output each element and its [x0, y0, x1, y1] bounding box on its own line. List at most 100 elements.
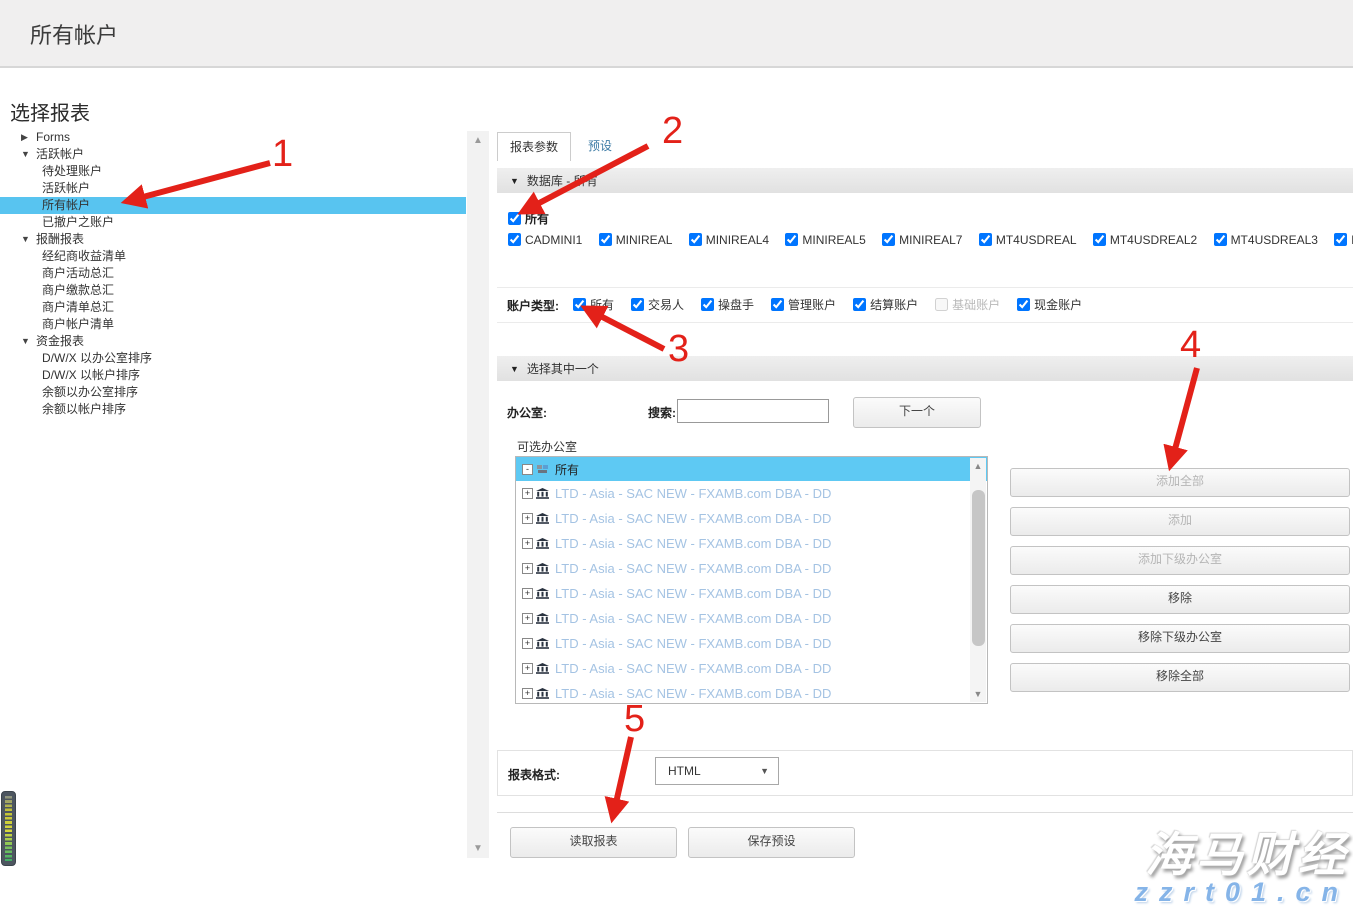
tree-item-dwx-by-office[interactable]: D/W/X 以办公室排序 [0, 350, 466, 367]
scroll-down-icon[interactable]: ▼ [467, 843, 489, 854]
tree-item-active-accounts[interactable]: 活跃帐户 [0, 180, 466, 197]
select-one-section-header[interactable]: ▼ 选择其中一个 [497, 356, 1353, 381]
step5-number: 5 [624, 698, 645, 740]
tree-item-balance-by-office[interactable]: 余额以办公室排序 [0, 384, 466, 401]
tab-report-params[interactable]: 报表参数 [497, 132, 571, 161]
expand-icon[interactable]: ▶ [21, 129, 36, 146]
office-row[interactable]: +LTD - Asia - SAC NEW - FXAMB.com DBA - … [516, 631, 987, 656]
account-type-settlement-checkbox[interactable] [853, 298, 866, 311]
tree-item-all-accounts-selected[interactable]: 所有帐户 [0, 197, 466, 214]
save-preset-button[interactable]: 保存预设 [688, 827, 855, 858]
db-checkbox[interactable] [1093, 233, 1106, 246]
add-all-button[interactable]: 添加全部 [1010, 468, 1350, 497]
add-button[interactable]: 添加 [1010, 507, 1350, 536]
bank-icon [536, 538, 549, 549]
db-checkbox[interactable] [1214, 233, 1227, 246]
page-scrollbar[interactable]: ▲ ▼ [467, 131, 489, 858]
expand-box-icon[interactable]: + [522, 663, 533, 674]
scroll-up-icon[interactable]: ▲ [970, 461, 986, 471]
remove-button[interactable]: 移除 [1010, 585, 1350, 614]
watermark-brand: 海马财经 [1134, 830, 1349, 879]
collapse-box-icon[interactable]: - [522, 464, 533, 475]
bank-icon [536, 563, 549, 574]
all-databases-checkbox[interactable] [508, 212, 521, 225]
bank-icon [536, 488, 549, 499]
page-title: 所有帐户 [0, 0, 1353, 50]
tree-item-dwx-by-account[interactable]: D/W/X 以帐户排序 [0, 367, 466, 384]
expand-box-icon[interactable]: + [522, 488, 533, 499]
account-type-trader-checkbox[interactable] [631, 298, 644, 311]
office-row[interactable]: +LTD - Asia - SAC NEW - FXAMB.com DBA - … [516, 581, 987, 606]
office-row[interactable]: +LTD - Asia - SAC NEW - FXAMB.com DBA - … [516, 481, 987, 506]
scroll-up-icon[interactable]: ▲ [467, 135, 489, 146]
expand-box-icon[interactable]: + [522, 513, 533, 524]
office-row[interactable]: +LTD - Asia - SAC NEW - FXAMB.com DBA - … [516, 506, 987, 531]
bank-icon [536, 588, 549, 599]
account-type-label: 账户类型: [507, 297, 559, 314]
tree-item-merchant-payment[interactable]: 商户缴款总汇 [0, 282, 466, 299]
account-type-operator-checkbox[interactable] [701, 298, 714, 311]
tree-item-closed-accounts[interactable]: 已撤户之账户 [0, 214, 466, 231]
expand-box-icon[interactable]: + [522, 638, 533, 649]
tree-item-pending-accounts[interactable]: 待处理账户 [0, 163, 466, 180]
bank-icon [536, 638, 549, 649]
office-row[interactable]: +LTD - Asia - SAC NEW - FXAMB.com DBA - … [516, 656, 987, 681]
expand-box-icon[interactable]: + [522, 613, 533, 624]
expand-box-icon[interactable]: + [522, 563, 533, 574]
tree-item-merchant-account-list[interactable]: 商户帐户清单 [0, 316, 466, 333]
tab-presets[interactable]: 预设 [575, 132, 625, 160]
tree-item-balance-by-account[interactable]: 余额以帐户排序 [0, 401, 466, 418]
office-row[interactable]: +LTD - Asia - SAC NEW - FXAMB.com DBA - … [516, 681, 987, 704]
db-checkbox[interactable] [979, 233, 992, 246]
expand-box-icon[interactable]: + [522, 588, 533, 599]
office-row[interactable]: +LTD - Asia - SAC NEW - FXAMB.com DBA - … [516, 606, 987, 631]
step2-number: 2 [662, 110, 683, 152]
tree-node-active-accounts-group[interactable]: ▼活跃帐户 [0, 146, 466, 163]
watermark-url: zzrt01.cn [1134, 877, 1349, 908]
db-checkbox[interactable] [508, 233, 521, 246]
watermark: 海马财经 zzrt01.cn [1134, 830, 1349, 908]
load-report-button[interactable]: 读取报表 [510, 827, 677, 858]
remove-suboffice-button[interactable]: 移除下级办公室 [1010, 624, 1350, 653]
search-label: 搜索: [648, 404, 676, 421]
account-type-cash-checkbox[interactable] [1017, 298, 1030, 311]
next-button[interactable]: 下一个 [853, 397, 981, 428]
scrollbar-thumb[interactable] [972, 490, 985, 646]
db-checkbox[interactable] [689, 233, 702, 246]
bank-icon [536, 513, 549, 524]
collapse-icon[interactable]: ▼ [21, 146, 36, 163]
office-row[interactable]: +LTD - Asia - SAC NEW - FXAMB.com DBA - … [516, 531, 987, 556]
remove-all-button[interactable]: 移除全部 [1010, 663, 1350, 692]
expand-box-icon[interactable]: + [522, 538, 533, 549]
report-format-section: 报表格式: [497, 750, 1353, 796]
account-type-managed-checkbox[interactable] [771, 298, 784, 311]
office-list-scrollbar[interactable]: ▲ ▼ [970, 458, 986, 702]
collapse-icon[interactable]: ▼ [510, 176, 519, 186]
account-type-all-checkbox[interactable] [573, 298, 586, 311]
tree-item-broker-income-list[interactable]: 经纪商收益清单 [0, 248, 466, 265]
office-root-row-selected[interactable]: - 所有 [516, 457, 987, 481]
tree-item-merchant-activity[interactable]: 商户活动总汇 [0, 265, 466, 282]
scroll-down-icon[interactable]: ▼ [970, 689, 986, 699]
bank-icon [536, 688, 549, 699]
tree-item-merchant-list-summary[interactable]: 商户清单总汇 [0, 299, 466, 316]
db-checkbox[interactable] [882, 233, 895, 246]
account-type-row: 账户类型: 所有 交易人 操盘手 管理账户 结算账户 基础账户 现金账户 [497, 287, 1353, 323]
db-checkbox[interactable] [599, 233, 612, 246]
collapse-icon[interactable]: ▼ [21, 231, 36, 248]
db-checkbox[interactable] [1334, 233, 1347, 246]
tree-node-forms[interactable]: ▶Forms [0, 129, 466, 146]
chevron-down-icon: ▼ [760, 758, 769, 784]
collapse-icon[interactable]: ▼ [21, 333, 36, 350]
tree-node-compensation-reports[interactable]: ▼报酬报表 [0, 231, 466, 248]
db-checkbox[interactable] [785, 233, 798, 246]
tree-node-funds-reports[interactable]: ▼资金报表 [0, 333, 466, 350]
add-suboffice-button[interactable]: 添加下级办公室 [1010, 546, 1350, 575]
search-input[interactable] [677, 399, 829, 423]
report-format-select[interactable]: ▼ HTML [655, 757, 779, 785]
expand-box-icon[interactable]: + [522, 688, 533, 699]
app-window: 所有帐户 选择报表 ▶Forms ▼活跃帐户 待处理账户 活跃帐户 所有帐户 已… [0, 0, 1353, 908]
collapse-icon[interactable]: ▼ [510, 364, 519, 374]
database-section-header[interactable]: ▼ 数据库 - 所有 [497, 168, 1353, 193]
office-row[interactable]: +LTD - Asia - SAC NEW - FXAMB.com DBA - … [516, 556, 987, 581]
